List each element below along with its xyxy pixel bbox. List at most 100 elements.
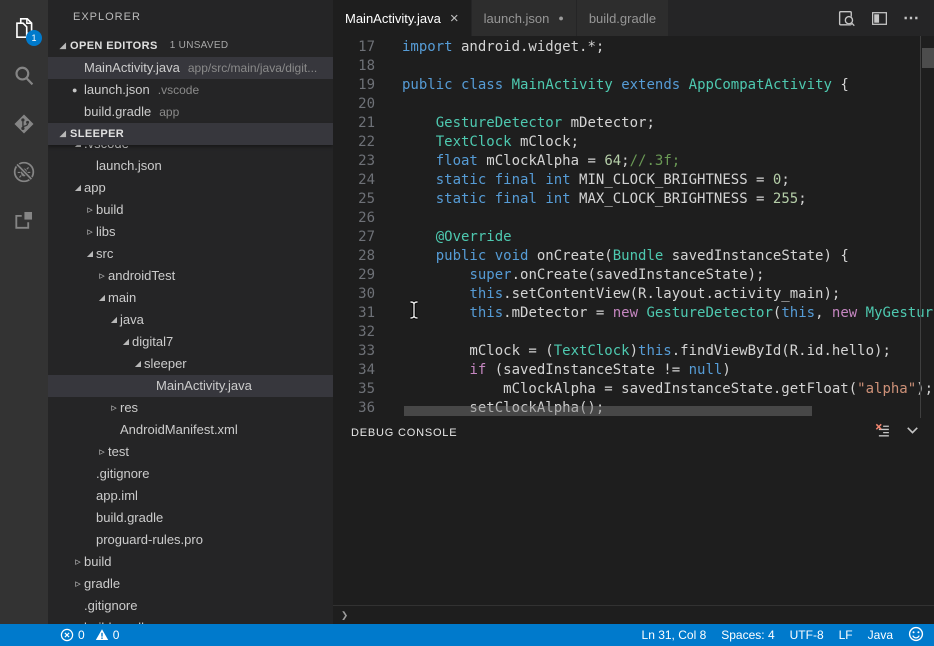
problems-warnings[interactable]: 0	[95, 628, 120, 642]
collapse-panel-chevron-icon[interactable]	[903, 421, 922, 445]
code-text: mClockAlpha = savedInstanceState.getFloa…	[402, 380, 933, 399]
code-editor[interactable]: 17import android.widget.*;1819public cla…	[333, 36, 934, 418]
line-number[interactable]: 28	[333, 247, 402, 266]
tree-item-.vscode[interactable]: ◢.vscode	[48, 145, 333, 155]
open-editor-item[interactable]: MainActivity.javaapp/src/main/java/digit…	[48, 57, 333, 79]
line-number[interactable]: 18	[333, 57, 402, 76]
tree-item-proguard-rules.pro[interactable]: proguard-rules.pro	[48, 529, 333, 551]
line-number[interactable]: 21	[333, 114, 402, 133]
tab-build.gradle[interactable]: build.gradle	[577, 0, 669, 36]
code-line-21[interactable]: 21 GestureDetector mDetector;	[333, 114, 934, 133]
tree-item-test[interactable]: ▹test	[48, 441, 333, 463]
split-editor-icon[interactable]	[870, 9, 889, 28]
line-number[interactable]: 34	[333, 361, 402, 380]
code-line-17[interactable]: 17import android.widget.*;	[333, 38, 934, 57]
tree-item-androidTest[interactable]: ▹androidTest	[48, 265, 333, 287]
more-actions-icon[interactable]: ⋯	[903, 8, 920, 28]
line-number[interactable]: 29	[333, 266, 402, 285]
tree-item-MainActivity.java[interactable]: MainActivity.java	[48, 375, 333, 397]
tab-bar: MainActivity.java×launch.json●build.grad…	[333, 0, 934, 36]
debug-console-output[interactable]	[333, 448, 934, 605]
code-line-18[interactable]: 18	[333, 57, 934, 76]
explorer-icon[interactable]: 1	[0, 4, 48, 52]
tree-item-build[interactable]: ▹build	[48, 551, 333, 573]
tree-item-app.iml[interactable]: app.iml	[48, 485, 333, 507]
tree-item-AndroidManifest.xml[interactable]: AndroidManifest.xml	[48, 419, 333, 441]
open-editor-item[interactable]: build.gradleapp	[48, 101, 333, 123]
tree-item-libs[interactable]: ▹libs	[48, 221, 333, 243]
code-line-30[interactable]: 30 this.setContentView(R.layout.activity…	[333, 285, 934, 304]
tab-MainActivity.java[interactable]: MainActivity.java×	[333, 0, 472, 36]
open-preview-icon[interactable]	[837, 9, 856, 28]
problems-errors[interactable]: 0	[60, 628, 85, 642]
tree-item-main[interactable]: ◢main	[48, 287, 333, 309]
tab-launch.json[interactable]: launch.json●	[472, 0, 577, 36]
code-line-23[interactable]: 23 float mClockAlpha = 64;//.3f;	[333, 152, 934, 171]
status-item[interactable]: UTF-8	[790, 628, 824, 642]
code-line-22[interactable]: 22 TextClock mClock;	[333, 133, 934, 152]
line-number[interactable]: 17	[333, 38, 402, 57]
horizontal-scrollbar[interactable]	[404, 406, 812, 416]
tree-item-build.gradle[interactable]: build.gradle	[48, 507, 333, 529]
debug-console-input[interactable]: ❯	[333, 605, 934, 624]
code-line-27[interactable]: 27 @Override	[333, 228, 934, 247]
clear-console-icon[interactable]	[874, 422, 891, 444]
tree-item-digital7[interactable]: ◢digital7	[48, 331, 333, 353]
tree-item-gradle[interactable]: ▹gradle	[48, 573, 333, 595]
code-line-35[interactable]: 35 mClockAlpha = savedInstanceState.getF…	[333, 380, 934, 399]
debug-icon[interactable]	[0, 148, 48, 196]
line-number[interactable]: 20	[333, 95, 402, 114]
line-number[interactable]: 36	[333, 399, 402, 418]
line-number[interactable]: 24	[333, 171, 402, 190]
code-line-26[interactable]: 26	[333, 209, 934, 228]
code-line-25[interactable]: 25 static final int MAX_CLOCK_BRIGHTNESS…	[333, 190, 934, 209]
extensions-icon[interactable]	[0, 196, 48, 244]
debug-console-tab[interactable]: DEBUG CONSOLE	[351, 427, 457, 439]
status-item[interactable]: Ln 31, Col 8	[642, 628, 707, 642]
tree-item-app[interactable]: ◢app	[48, 177, 333, 199]
source-control-icon[interactable]	[0, 100, 48, 148]
code-text: mClock = (TextClock)this.findViewById(R.…	[402, 342, 891, 361]
line-number[interactable]: 19	[333, 76, 402, 95]
status-item[interactable]: Java	[868, 628, 893, 642]
line-number[interactable]: 33	[333, 342, 402, 361]
vertical-scrollbar-track[interactable]	[920, 36, 934, 418]
line-number[interactable]: 25	[333, 190, 402, 209]
tree-item-build[interactable]: ▹build	[48, 199, 333, 221]
tree-item-src[interactable]: ◢src	[48, 243, 333, 265]
line-number[interactable]: 31	[333, 304, 402, 323]
twisty-collapsed-icon: ▹	[72, 551, 84, 573]
code-line-19[interactable]: 19public class MainActivity extends AppC…	[333, 76, 934, 95]
code-line-32[interactable]: 32	[333, 323, 934, 342]
tree-item-java[interactable]: ◢java	[48, 309, 333, 331]
close-icon[interactable]: ×	[450, 10, 459, 27]
tree-item-res[interactable]: ▹res	[48, 397, 333, 419]
line-number[interactable]: 26	[333, 209, 402, 228]
vertical-scrollbar-thumb[interactable]	[922, 48, 934, 68]
code-line-33[interactable]: 33 mClock = (TextClock)this.findViewById…	[333, 342, 934, 361]
tree-item-launch.json[interactable]: launch.json	[48, 155, 333, 177]
code-line-29[interactable]: 29 super.onCreate(savedInstanceState);	[333, 266, 934, 285]
line-number[interactable]: 32	[333, 323, 402, 342]
open-editor-item[interactable]: ●launch.json.vscode	[48, 79, 333, 101]
line-number[interactable]: 22	[333, 133, 402, 152]
status-item[interactable]: Spaces: 4	[721, 628, 774, 642]
line-number[interactable]: 23	[333, 152, 402, 171]
code-line-34[interactable]: 34 if (savedInstanceState != null)	[333, 361, 934, 380]
line-number[interactable]: 30	[333, 285, 402, 304]
tree-item-sleeper[interactable]: ◢sleeper	[48, 353, 333, 375]
tree-item-.gitignore[interactable]: .gitignore	[48, 463, 333, 485]
code-line-31[interactable]: 31 this.mDetector = new GestureDetector(…	[333, 304, 934, 323]
code-line-20[interactable]: 20	[333, 95, 934, 114]
search-icon[interactable]	[0, 52, 48, 100]
line-number[interactable]: 27	[333, 228, 402, 247]
code-line-24[interactable]: 24 static final int MIN_CLOCK_BRIGHTNESS…	[333, 171, 934, 190]
open-editors-header[interactable]: ◢ OPEN EDITORS 1 UNSAVED	[48, 35, 333, 57]
tree-item-.gitignore[interactable]: .gitignore	[48, 595, 333, 617]
line-number[interactable]: 35	[333, 380, 402, 399]
feedback-smiley-icon[interactable]	[908, 626, 924, 645]
folder-section-header[interactable]: ◢ SLEEPER	[48, 123, 333, 145]
code-line-28[interactable]: 28 public void onCreate(Bundle savedInst…	[333, 247, 934, 266]
tree-item-build.gradle[interactable]: build.gradle	[48, 617, 333, 624]
status-item[interactable]: LF	[839, 628, 853, 642]
